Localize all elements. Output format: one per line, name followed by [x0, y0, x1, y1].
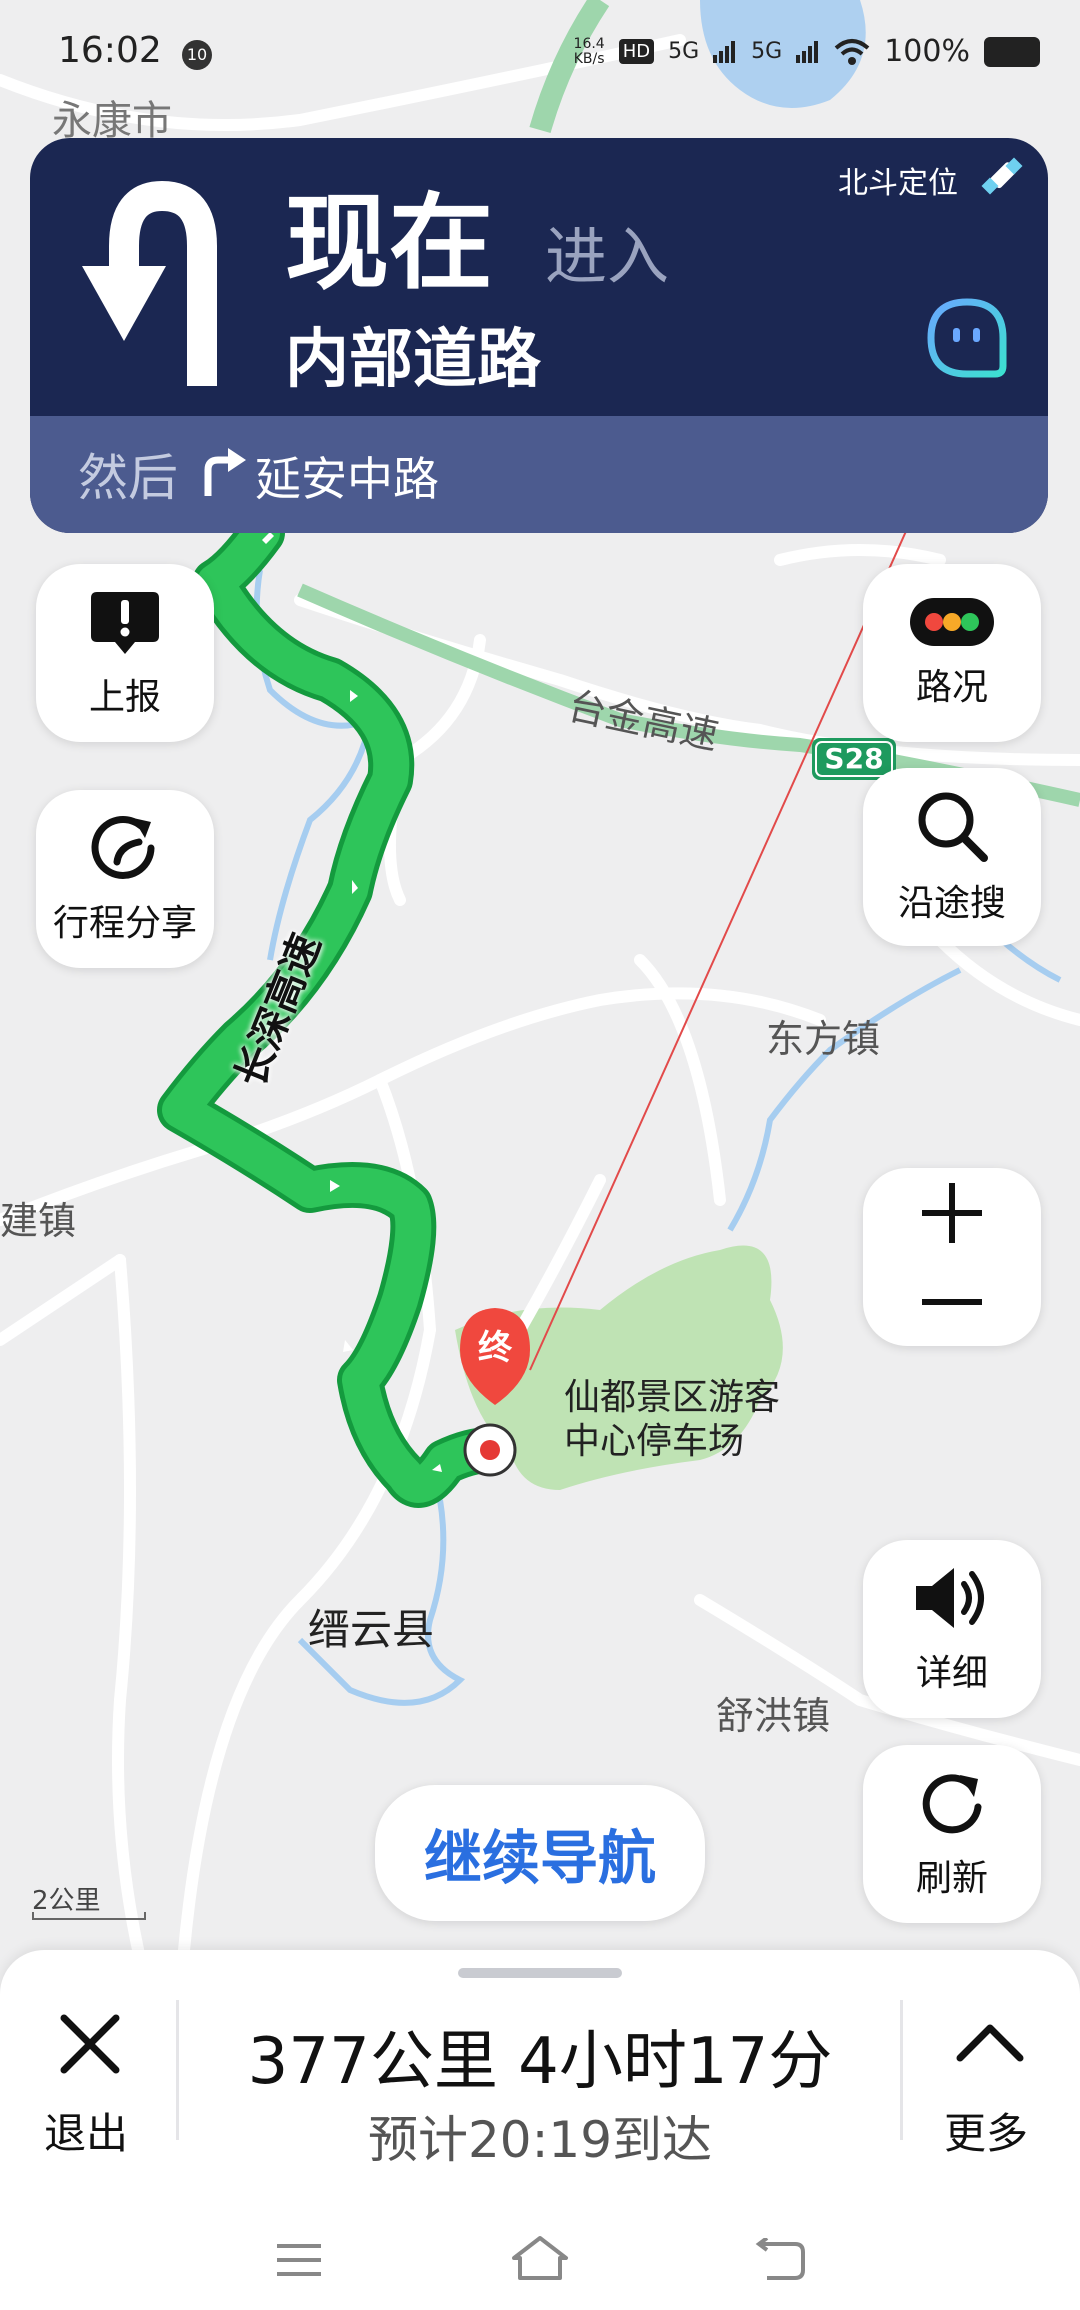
eta-label: 预计20:19到达: [367, 2111, 713, 2169]
zoom-in-button[interactable]: [863, 1168, 1041, 1257]
status-time: 16:02: [58, 30, 162, 71]
exit-label: 退出: [44, 2109, 129, 2158]
exit-button[interactable]: 退出: [30, 1990, 150, 2170]
home-icon[interactable]: [510, 2234, 570, 2284]
turn-right-icon: [204, 448, 246, 496]
more-button[interactable]: 更多: [930, 1990, 1050, 2170]
report-icon: [91, 592, 159, 654]
next-road-label: 延安中路: [255, 452, 439, 506]
report-button[interactable]: 上报: [36, 564, 214, 742]
map-label-jianzhen: 建镇: [0, 1199, 77, 1243]
net-speed-unit: KB/s: [573, 50, 605, 67]
panel-drag-handle[interactable]: [458, 1968, 622, 1978]
hd-icon: HD: [618, 39, 655, 64]
destination-marker-label: 终: [478, 1328, 512, 1368]
map-label-jinyun: 缙云县: [308, 1605, 435, 1654]
speaker-icon: [916, 1568, 984, 1628]
u-turn-icon: [82, 180, 217, 386]
refresh-label: 刷新: [915, 1858, 988, 1899]
voice-assistant-icon[interactable]: [925, 296, 1009, 380]
satellite-icon: [981, 157, 1023, 195]
plus-icon: [922, 1182, 982, 1243]
signal-bars-icon: [713, 40, 736, 63]
beidou-positioning-label: 北斗定位: [838, 166, 958, 201]
report-label: 上报: [88, 677, 161, 718]
notification-badge: 10: [182, 40, 212, 70]
search-along-route-button[interactable]: 沿途搜: [863, 768, 1041, 946]
signal-5g-1: 5G: [668, 39, 700, 64]
net-speed-value: 16.4: [573, 35, 605, 52]
continue-navigation-button[interactable]: 继续导航: [375, 1785, 705, 1921]
zoom-out-button[interactable]: [863, 1257, 1041, 1346]
maneuver-action: 进入: [545, 220, 670, 293]
maneuver-road: 内部道路: [285, 323, 541, 397]
chevron-up-icon: [956, 2024, 1024, 2062]
divider-left: [176, 2000, 179, 2140]
map-label-dongfang: 东方镇: [766, 1017, 881, 1061]
share-icon: [91, 816, 155, 879]
status-icons: 16.4 KB/s HD 5G 5G 100%: [574, 34, 1040, 69]
maneuver-distance: 现在: [285, 182, 494, 304]
minus-icon: [922, 1298, 982, 1305]
system-navigation-bar: [0, 2220, 1080, 2310]
battery-icon: [984, 36, 1040, 67]
close-icon: [60, 2014, 120, 2074]
traffic-button[interactable]: 路况: [863, 564, 1041, 742]
then-label: 然后: [78, 449, 178, 507]
wifi-icon: [834, 38, 870, 65]
divider-right: [900, 2000, 903, 2140]
zoom-control: [863, 1168, 1041, 1346]
status-bar: 16:02 10 16.4 KB/s HD 5G 5G 100%: [0, 0, 1080, 110]
battery-percent: 100%: [884, 34, 970, 69]
trip-share-button[interactable]: 行程分享: [36, 790, 214, 968]
map-label-shuhong: 舒洪镇: [716, 1694, 831, 1738]
refresh-icon: [922, 1774, 982, 1834]
more-label: 更多: [944, 2109, 1029, 2158]
detail-label: 详细: [915, 1653, 988, 1694]
signal-bars-icon-2: [796, 40, 819, 63]
traffic-light-icon: [910, 598, 994, 646]
trip-share-label: 行程分享: [52, 903, 197, 944]
back-icon[interactable]: [755, 2238, 807, 2282]
search-along-label: 沿途搜: [897, 883, 1006, 924]
route-summary: 377公里 4小时17分: [247, 2025, 833, 2099]
next-maneuver-strip: 然后 延安中路: [30, 416, 1048, 533]
refresh-button[interactable]: 刷新: [863, 1745, 1041, 1923]
navigation-banner[interactable]: 现在 进入 内部道路 北斗定位 然后 延安中路: [30, 138, 1048, 533]
signal-5g-2: 5G: [751, 39, 783, 64]
map-label-xiandu-2: 中心停车场: [564, 1421, 745, 1462]
map-scale-bar: [32, 1912, 146, 1920]
voice-detail-button[interactable]: 详细: [863, 1540, 1041, 1718]
traffic-label: 路况: [915, 667, 988, 708]
search-icon: [918, 792, 988, 862]
s28-shield-label: S28: [824, 742, 884, 775]
menu-icon[interactable]: [275, 2240, 323, 2280]
